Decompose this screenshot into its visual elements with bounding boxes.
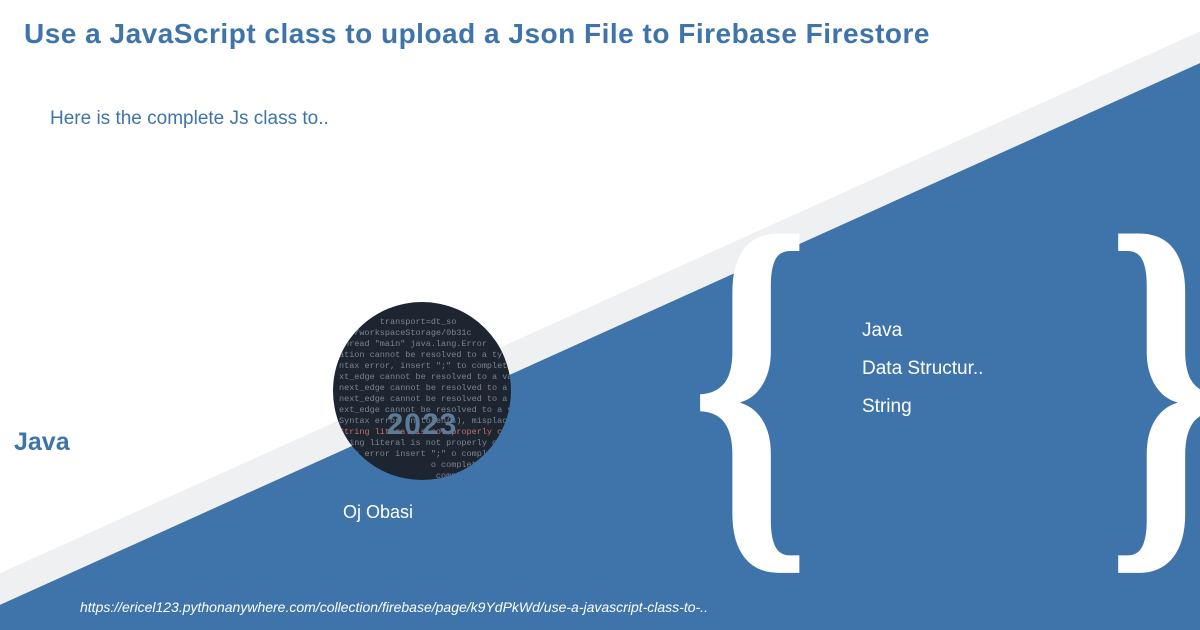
avatar-year: 2023 (387, 408, 458, 442)
page-title: Use a JavaScript class to upload a Json … (24, 18, 930, 50)
tag-item: Data Structur.. (862, 358, 983, 380)
tag-item: String (862, 396, 983, 418)
avatar-code-bg: transport=dt_so /workspaceStorage/0b31c … (333, 317, 511, 480)
subtitle-text: Here is the complete Js class to.. (50, 108, 329, 130)
brace-right-icon: } (1107, 175, 1200, 585)
tag-item: Java (862, 320, 983, 342)
avatar: transport=dt_so /workspaceStorage/0b31c … (333, 302, 511, 480)
category-label: Java (14, 428, 70, 457)
tags-list: Java Data Structur.. String (862, 320, 983, 434)
brace-left-icon: { (690, 175, 811, 585)
author-name: Oj Obasi (343, 502, 511, 523)
url-text: https://ericel123.pythonanywhere.com/col… (80, 599, 708, 615)
author-block: transport=dt_so /workspaceStorage/0b31c … (333, 302, 511, 523)
